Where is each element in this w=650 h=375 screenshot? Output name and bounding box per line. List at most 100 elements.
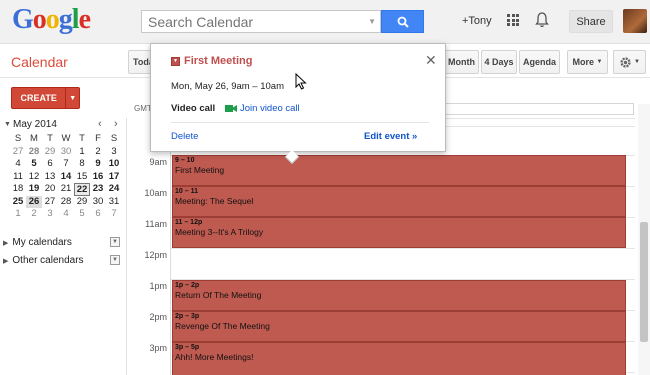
event-block[interactable]: 2p – 3p Revenge Of The Meeting — [172, 311, 626, 342]
mini-calendar-day[interactable]: 10 — [106, 158, 122, 171]
mini-calendar-day[interactable]: 4 — [58, 208, 74, 221]
mini-calendar-dow-row: S M T W T F S — [10, 133, 122, 146]
search-button[interactable] — [381, 10, 424, 33]
mini-calendar-day[interactable]: 23 — [90, 183, 106, 196]
hour-line — [171, 248, 635, 249]
mini-calendar-day[interactable]: 20 — [42, 183, 58, 196]
mini-calendar-week: 11 12 13 14 15 16 17 — [10, 171, 122, 184]
settings-button[interactable]: ▼ — [613, 50, 646, 74]
join-video-call-link[interactable]: Join video call — [240, 103, 300, 114]
mini-calendar-day[interactable]: 24 — [106, 183, 122, 196]
chevron-down-icon: ▼ — [596, 59, 603, 65]
mini-calendar-day[interactable]: 9 — [90, 158, 106, 171]
mini-calendar-day[interactable]: 11 — [10, 171, 26, 184]
mini-calendar-day[interactable]: 15 — [74, 171, 90, 184]
avatar[interactable] — [623, 9, 647, 33]
day-column-divider — [170, 118, 171, 375]
dropdown-icon[interactable]: ▼ — [110, 237, 120, 247]
mini-calendar-day[interactable]: 4 — [10, 158, 26, 171]
mini-calendar-today[interactable]: 22 — [74, 183, 90, 196]
mini-calendar-day[interactable]: 1 — [10, 208, 26, 221]
event-title: First Meeting — [175, 165, 225, 175]
mini-calendar-day[interactable]: 30 — [90, 196, 106, 209]
search-input[interactable] — [142, 11, 362, 32]
event-block[interactable]: 11 – 12p Meeting 3--It's A Trilogy — [172, 217, 626, 248]
share-button[interactable]: Share — [569, 10, 613, 33]
top-bar: Google ▼ +Tony Share — [0, 0, 650, 44]
mini-calendar-day[interactable]: 27 — [10, 146, 26, 159]
logo-letter: G — [12, 4, 34, 35]
mini-calendar-day[interactable]: 12 — [26, 171, 42, 184]
create-event-button[interactable]: CREATE ▼ — [11, 87, 80, 109]
collapse-triangle-icon[interactable]: ▼ — [4, 121, 11, 128]
mini-calendar-day[interactable]: 6 — [42, 158, 58, 171]
mini-calendar-day[interactable]: 13 — [42, 171, 58, 184]
search-options-icon[interactable]: ▼ — [368, 17, 376, 26]
mini-calendar-day[interactable]: 5 — [26, 158, 42, 171]
view-month-button[interactable]: Month — [444, 50, 479, 74]
mini-calendar-day[interactable]: 2 — [90, 146, 106, 159]
notifications-bell-icon[interactable] — [535, 12, 549, 28]
chevron-down-icon[interactable]: ▼ — [65, 88, 79, 108]
mini-calendar-day[interactable]: 30 — [58, 146, 74, 159]
mini-calendar-day[interactable]: 29 — [74, 196, 90, 209]
event-title: Ahh! More Meetings! — [175, 352, 254, 362]
delete-event-link[interactable]: Delete — [171, 131, 198, 142]
mini-calendar-day[interactable]: 7 — [58, 158, 74, 171]
event-block[interactable]: 1p – 2p Return Of The Meeting — [172, 280, 626, 311]
mini-calendar-day[interactable]: 28 — [26, 146, 42, 159]
mini-calendar-day[interactable]: 3 — [106, 146, 122, 159]
mini-calendar-day[interactable]: 29 — [42, 146, 58, 159]
mini-calendar-day[interactable]: 6 — [90, 208, 106, 221]
mini-calendar-day[interactable]: 16 — [90, 171, 106, 184]
mini-calendar-day[interactable]: 1 — [74, 146, 90, 159]
event-block[interactable]: 10 – 11 Meeting: The Sequel — [172, 186, 626, 217]
google-logo[interactable]: Google — [12, 4, 91, 36]
edit-event-link[interactable]: Edit event » — [364, 131, 417, 142]
prev-month-icon[interactable]: ‹ — [98, 118, 102, 130]
mini-calendar-day[interactable]: 7 — [106, 208, 122, 221]
mini-calendar-day[interactable]: 27 — [42, 196, 58, 209]
event-time: 11 – 12p — [175, 219, 203, 226]
day-of-week: T — [79, 133, 85, 144]
calendar-color-dropdown-icon[interactable]: ▼ — [171, 57, 180, 66]
next-month-icon[interactable]: › — [114, 118, 118, 130]
event-details-popup: ▼ First Meeting ✕ Mon, May 26, 9am – 10a… — [150, 43, 446, 165]
mini-calendar-week: 18 19 20 21 22 23 24 — [10, 183, 122, 196]
mini-calendar-month[interactable]: May 2014 — [13, 119, 57, 130]
scrollbar-thumb[interactable] — [640, 222, 648, 342]
event-block[interactable]: 9 – 10 First Meeting — [172, 155, 626, 186]
day-of-week: S — [110, 133, 118, 144]
event-block[interactable]: 3p – 5p Ahh! More Meetings! — [172, 342, 626, 375]
mini-calendar-day[interactable]: 14 — [58, 171, 74, 184]
mini-calendar-day[interactable]: 28 — [58, 196, 74, 209]
mini-calendar-day[interactable]: 18 — [10, 183, 26, 196]
apps-grid-icon[interactable] — [507, 14, 519, 26]
mini-calendar-day[interactable]: 8 — [74, 158, 90, 171]
dropdown-icon[interactable]: ▼ — [110, 255, 120, 265]
today-button[interactable]: Today — [128, 50, 152, 74]
mini-calendar-day[interactable]: 31 — [106, 196, 122, 209]
day-of-week: M — [30, 133, 38, 144]
mini-calendar-selected-day[interactable]: 26 — [26, 195, 42, 208]
mini-calendar-day[interactable]: 3 — [42, 208, 58, 221]
other-calendars-section[interactable]: ▶ Other calendars ▼ — [3, 255, 120, 267]
mini-calendar-day[interactable]: 5 — [74, 208, 90, 221]
search-box: ▼ — [141, 10, 381, 33]
expand-triangle-icon: ▶ — [3, 240, 9, 247]
mini-calendar-day[interactable]: 19 — [26, 183, 42, 196]
mini-calendar-week: 1 2 3 4 5 6 7 — [10, 208, 122, 221]
user-profile-link[interactable]: +Tony — [462, 15, 492, 27]
hour-label: 1pm — [149, 281, 167, 291]
mini-calendar-day[interactable]: 21 — [58, 183, 74, 196]
search-icon — [397, 16, 409, 28]
mini-calendar-day[interactable]: 17 — [106, 171, 122, 184]
more-menu-button[interactable]: More ▼ — [567, 50, 608, 74]
close-icon[interactable]: ✕ — [425, 52, 437, 69]
mini-calendar-day[interactable]: 25 — [10, 196, 26, 209]
my-calendars-section[interactable]: ▶ My calendars ▼ — [3, 237, 120, 249]
grid-scrollbar[interactable] — [638, 104, 650, 375]
mini-calendar-day[interactable]: 2 — [26, 208, 42, 221]
view-4days-button[interactable]: 4 Days — [481, 50, 517, 74]
view-agenda-button[interactable]: Agenda — [519, 50, 560, 74]
